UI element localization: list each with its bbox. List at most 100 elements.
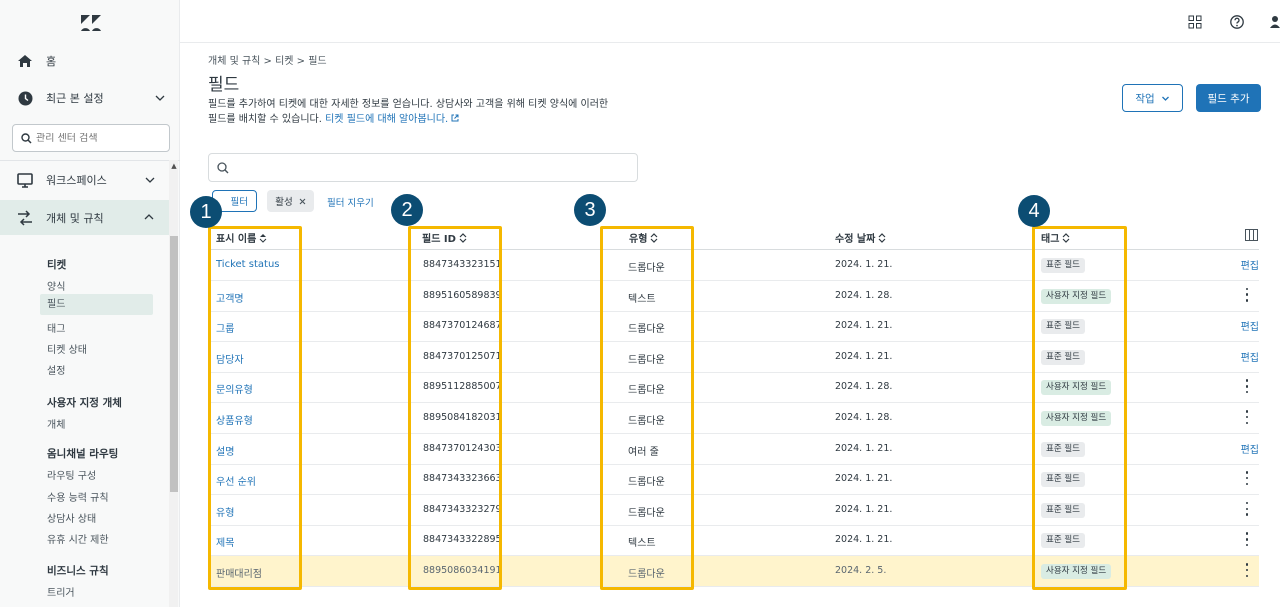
clear-filters-link[interactable]: 필터 지우기 — [327, 195, 374, 209]
breadcrumb: 개체 및 규칙 > 티켓 > 필드 — [208, 56, 327, 67]
sidebar-item-routing-config[interactable]: 라우팅 구성 — [47, 467, 96, 482]
field-modified-date: 2024. 1. 28. — [835, 381, 893, 393]
table-row[interactable]: 상품유형 8895084182031 드롭다운 2024. 1. 28. 사용자 지정 … — [208, 403, 1259, 434]
annotation-badge-4: 4 — [1018, 195, 1050, 227]
field-modified-date: 2024. 2. 5. — [835, 565, 887, 576]
field-modified-date: 2024. 1. 28. — [835, 412, 893, 423]
col-header-type[interactable]: 유형 — [629, 230, 658, 245]
table-row[interactable]: 유형 8847343323279 드롭다운 2024. 1. 21. 표준 필드 — [208, 495, 1259, 526]
section-business-rules: 비즈니스 규칙 — [47, 565, 109, 577]
edit-link[interactable]: 편집 — [1241, 318, 1259, 333]
sidebar-item-agent-status[interactable]: 상담사 상태 — [47, 510, 96, 525]
table-row[interactable]: 문의유형 8895112885007 드롭다운 2024. 1. 28. 사용자 지정 … — [208, 372, 1259, 404]
home-icon — [16, 52, 34, 70]
add-field-button[interactable]: 필드 추가 — [1196, 84, 1261, 112]
sidebar-item-idle-timeout[interactable]: 유휴 시간 제한 — [47, 531, 109, 546]
sidebar-item-capacity-rules[interactable]: 수용 능력 규칙 — [47, 489, 109, 504]
field-id: 8847343323279 — [423, 503, 502, 515]
active-filter-label: 활성 — [275, 197, 293, 208]
field-type: 텍스트 — [628, 293, 656, 305]
sidebar-item-fields[interactable]: 필드 — [40, 294, 153, 315]
field-name-link[interactable]: 제목 — [216, 534, 234, 549]
nav-workspace[interactable]: 워크스페이스 — [0, 164, 180, 196]
field-name-link[interactable]: 고객명 — [216, 290, 244, 305]
col-header-id[interactable]: 필드 ID — [422, 230, 467, 245]
clock-icon — [16, 89, 34, 107]
sidebar-item-forms[interactable]: 양식 — [47, 278, 65, 293]
field-name-link[interactable]: 그룹 — [216, 320, 234, 335]
table-row[interactable]: Ticket status 8847343323151 드롭다운 2024. 1. 2… — [208, 250, 1259, 281]
user-profile-icon[interactable] — [1270, 15, 1280, 29]
table-row[interactable]: 판매대리점 8895086034191 드롭다운 2024. 2. 5. 사용자 지정 … — [208, 556, 1259, 587]
col-header-date[interactable]: 수정 날짜 — [835, 230, 886, 245]
sidebar-divider — [0, 160, 180, 161]
field-name-link[interactable]: Ticket status — [216, 259, 280, 270]
nav-home[interactable]: 홈 — [0, 45, 180, 77]
table-row[interactable]: 제목 8847343322895 텍스트 2024. 1. 21. 표준 필드 — [208, 525, 1259, 557]
field-name-link[interactable]: 상품유형 — [216, 412, 253, 427]
col-header-name[interactable]: 표시 이름 — [216, 230, 267, 245]
field-name-link[interactable]: 유형 — [216, 504, 234, 519]
sidebar-item-triggers[interactable]: 트리거 — [47, 584, 75, 599]
more-options-icon[interactable] — [1244, 563, 1250, 577]
close-icon[interactable] — [299, 198, 306, 205]
more-options-icon[interactable] — [1244, 410, 1250, 424]
edit-link[interactable]: 편집 — [1241, 441, 1259, 456]
field-tag-badge: 표준 필드 — [1041, 502, 1085, 518]
monitor-icon — [16, 171, 34, 189]
more-options-icon[interactable] — [1244, 501, 1250, 516]
annotation-badge-3: 3 — [574, 194, 606, 226]
zendesk-logo-icon[interactable] — [80, 14, 102, 32]
learn-more-link[interactable]: 티켓 필드에 대해 알아봅니다. — [325, 114, 459, 125]
sidebar-item-tags[interactable]: 태그 — [47, 320, 65, 335]
objects-rules-icon — [16, 209, 34, 227]
col-header-date-label: 수정 날짜 — [835, 234, 876, 245]
apps-grid-icon[interactable] — [1188, 15, 1202, 29]
field-name-link[interactable]: 담당자 — [216, 351, 244, 366]
col-header-tag[interactable]: 태그 — [1041, 230, 1070, 245]
col-header-tag-label: 태그 — [1041, 234, 1060, 245]
field-type: 텍스트 — [628, 538, 656, 550]
column-settings-icon[interactable] — [1245, 229, 1258, 241]
field-search-input[interactable] — [235, 162, 625, 173]
sidebar-item-objects[interactable]: 개체 — [47, 416, 65, 431]
table-row[interactable]: 그룹 8847370124687 드롭다운 2024. 1. 21. 표준 필드 편집 — [208, 311, 1259, 343]
field-name-link[interactable]: 설명 — [216, 443, 234, 458]
help-icon[interactable] — [1230, 15, 1244, 29]
table-row[interactable]: 설명 8847370124303 여러 줄 2024. 1. 21. 표준 필드 편집 — [208, 434, 1259, 465]
field-tag-badge: 사용자 지정 필드 — [1041, 564, 1112, 579]
field-modified-date: 2024. 1. 21. — [835, 442, 893, 454]
field-type: 드롭다운 — [628, 416, 665, 427]
sort-icon — [459, 232, 467, 243]
field-search-box[interactable] — [208, 153, 638, 182]
sidebar-item-settings[interactable]: 설정 — [47, 362, 65, 377]
table-row[interactable]: 고객명 8895160589839 텍스트 2024. 1. 28. 사용자 지정 필드 — [208, 281, 1259, 312]
field-modified-date: 2024. 1. 21. — [835, 259, 893, 270]
col-header-id-label: 필드 ID — [422, 234, 456, 245]
field-name-link[interactable]: 판매대리점 — [216, 565, 262, 580]
more-options-icon[interactable] — [1244, 471, 1250, 486]
work-button-label: 작업 — [1135, 92, 1155, 105]
more-options-icon[interactable] — [1244, 287, 1250, 302]
more-options-icon[interactable] — [1244, 532, 1250, 547]
sidebar-item-ticket-status[interactable]: 티켓 상태 — [47, 341, 87, 356]
admin-search-box[interactable] — [12, 124, 170, 152]
field-name-link[interactable]: 우선 순위 — [216, 473, 256, 488]
sidebar-scrollbar-thumb[interactable] — [170, 236, 178, 492]
nav-objects-rules[interactable]: 개체 및 규칙 — [0, 200, 169, 235]
table-row[interactable]: 우선 순위 8847343323663 드롭다운 2024. 1. 21. 표준 필드 — [208, 464, 1259, 496]
page-title: 필드 — [208, 75, 240, 95]
field-modified-date: 2024. 1. 21. — [835, 473, 893, 485]
search-icon — [217, 161, 229, 173]
admin-search-input[interactable] — [36, 132, 156, 144]
edit-link[interactable]: 편집 — [1241, 349, 1259, 364]
table-row[interactable]: 담당자 8847370125071 드롭다운 2024. 1. 21. 표준 필드 편집 — [208, 342, 1259, 373]
more-options-icon[interactable] — [1244, 379, 1250, 394]
work-dropdown-button[interactable]: 작업 — [1122, 84, 1183, 112]
nav-recent[interactable]: 최근 본 설정 — [0, 82, 180, 114]
scroll-up-arrow-icon[interactable]: ▲ — [170, 162, 178, 170]
active-filter-chip[interactable]: 활성 — [267, 190, 314, 212]
chevron-up-icon — [144, 214, 154, 220]
field-name-link[interactable]: 문의유형 — [216, 381, 253, 396]
edit-link[interactable]: 편집 — [1241, 257, 1259, 272]
